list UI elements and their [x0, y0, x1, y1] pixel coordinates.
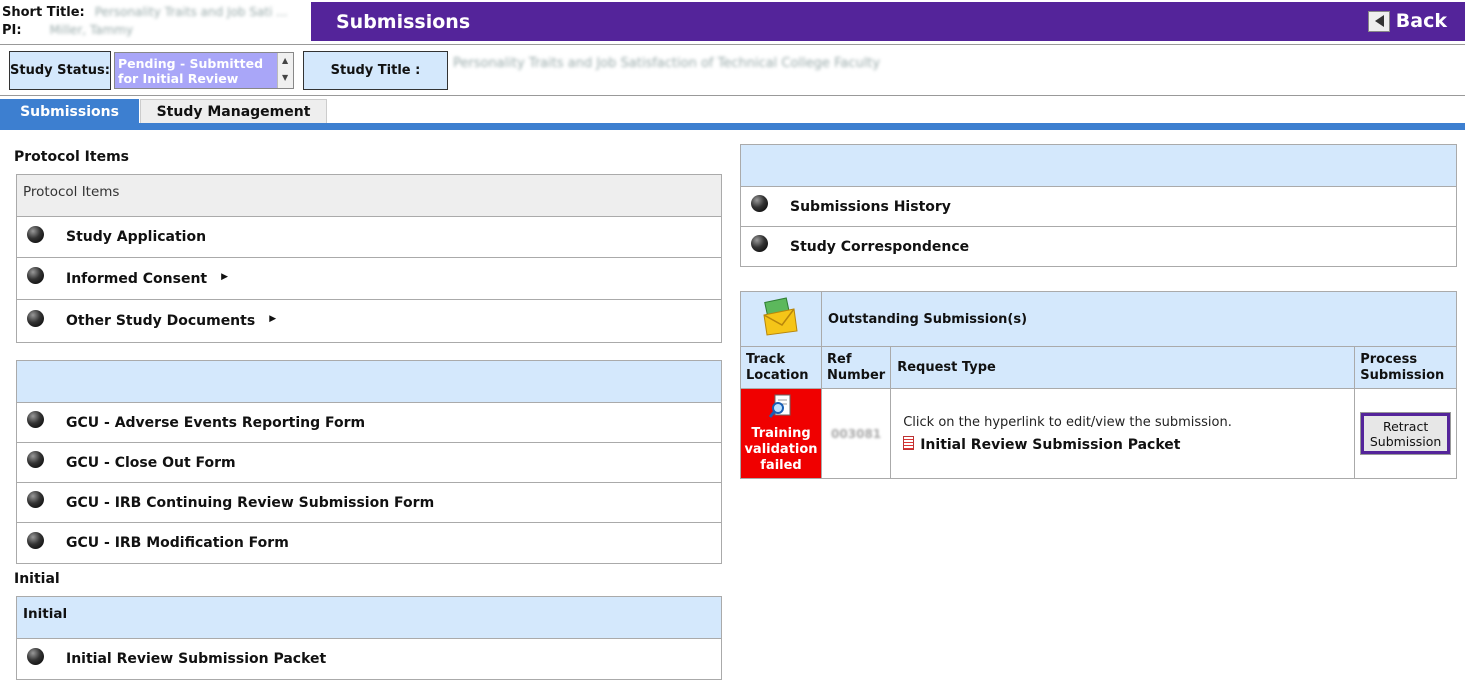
back-button[interactable]: Back: [1367, 10, 1447, 32]
expand-arrow-icon[interactable]: ▶: [269, 314, 276, 324]
protocol-items-panel: Protocol Items Study Application Informe…: [16, 174, 722, 343]
form-item-continuing-review[interactable]: GCU - IRB Continuing Review Submission F…: [17, 483, 721, 523]
tab-study-management[interactable]: Study Management: [140, 99, 327, 124]
outstanding-header-row: Track Location Ref Number Request Type P…: [740, 346, 1457, 389]
item-label: GCU - Close Out Form: [66, 454, 236, 471]
study-info: Short Title: Personality Traits and Job S…: [0, 0, 311, 41]
protocol-items-section-label: Protocol Items: [14, 149, 130, 165]
bullet-icon: [27, 225, 44, 243]
form-item-modification[interactable]: GCU - IRB Modification Form: [17, 523, 721, 563]
outstanding-title: Outstanding Submission(s): [821, 291, 1457, 347]
short-title-row: Short Title: Personality Traits and Job S…: [2, 4, 288, 21]
scroll-up-icon[interactable]: ▲: [282, 56, 288, 65]
initial-review-packet-link[interactable]: Initial Review Submission Packet: [920, 437, 1180, 453]
scroll-down-icon[interactable]: ▼: [282, 73, 288, 82]
study-status-row: Study Status: Pending - Submitted for In…: [0, 44, 1465, 96]
protocol-item-study-application[interactable]: Study Application: [17, 217, 721, 258]
bullet-icon: [27, 411, 44, 428]
pi-value: Miller, Tammy: [49, 23, 134, 37]
outstanding-submissions-table: Outstanding Submission(s) Track Location…: [740, 291, 1457, 479]
protocol-item-other-study-documents[interactable]: Other Study Documents ▶: [17, 300, 721, 342]
bullet-icon: [751, 235, 768, 252]
pi-row: PI: Miller, Tammy: [2, 22, 133, 39]
item-label: GCU - Adverse Events Reporting Form: [66, 414, 366, 431]
expand-arrow-icon[interactable]: ▶: [221, 272, 228, 282]
status-scrollbar[interactable]: ▲ ▼: [277, 53, 293, 88]
col-process-submission: Process Submission: [1354, 346, 1457, 389]
item-label: Other Study Documents: [66, 313, 256, 329]
forms-panel: GCU - Adverse Events Reporting Form GCU …: [16, 360, 722, 564]
study-correspondence-item[interactable]: Study Correspondence: [741, 227, 1456, 266]
history-panel: Submissions History Study Correspondence: [740, 144, 1457, 267]
study-status-select[interactable]: Pending - Submitted for Initial Review ▲…: [114, 52, 294, 89]
retract-submission-button[interactable]: Retract Submission: [1360, 412, 1452, 455]
item-label: Initial Review Submission Packet: [66, 651, 327, 667]
outstanding-title-row: Outstanding Submission(s): [740, 291, 1457, 347]
packet-link-row[interactable]: Initial Review Submission Packet: [903, 435, 1342, 453]
track-location-cell[interactable]: Training validation failed: [740, 388, 822, 479]
page-title: Submissions: [336, 11, 471, 33]
back-arrow-icon: [1367, 10, 1390, 32]
magnifier-doc-icon: [768, 393, 794, 424]
tab-bar: Submissions Study Management: [0, 99, 1465, 131]
document-icon: [903, 435, 915, 450]
bullet-icon: [27, 267, 44, 284]
protocol-items-header: Protocol Items: [17, 175, 721, 217]
item-label: GCU - IRB Modification Form: [66, 535, 289, 551]
page-header: Short Title: Personality Traits and Job S…: [0, 0, 1465, 41]
envelope-cell: [740, 291, 822, 347]
item-label: Submissions History: [790, 198, 951, 215]
study-title-value: Personality Traits and Job Satisfaction …: [453, 56, 881, 71]
initial-header: Initial: [17, 597, 721, 639]
item-label: Informed Consent: [66, 270, 208, 287]
track-status-text: Training validation failed: [744, 426, 818, 473]
form-item-close-out[interactable]: GCU - Close Out Form: [17, 443, 721, 483]
back-label: Back: [1395, 10, 1447, 32]
bullet-icon: [27, 647, 44, 665]
bullet-icon: [27, 491, 44, 508]
tab-submissions[interactable]: Submissions: [0, 99, 139, 124]
ref-number-value: 003081: [820, 388, 892, 479]
request-type-cell: Click on the hyperlink to edit/view the …: [890, 388, 1356, 479]
study-status-label: Study Status:: [9, 51, 111, 90]
envelope-icon: [761, 297, 801, 341]
process-submission-cell: Retract Submission: [1354, 388, 1457, 479]
short-title-value: Personality Traits and Job Sati ...: [94, 5, 288, 19]
short-title-label: Short Title:: [2, 5, 85, 20]
protocol-item-informed-consent[interactable]: Informed Consent ▶: [17, 258, 721, 300]
bullet-icon: [751, 195, 768, 212]
title-bar: Submissions Back: [311, 2, 1465, 41]
bullet-icon: [27, 309, 44, 327]
history-header: [741, 145, 1456, 187]
study-title-label: Study Title :: [303, 51, 448, 90]
submissions-history-item[interactable]: Submissions History: [741, 187, 1456, 227]
col-track-location: Track Location: [740, 346, 822, 389]
initial-panel: Initial Initial Review Submission Packet: [16, 596, 722, 680]
pi-label: PI:: [2, 23, 22, 38]
form-item-adverse-events[interactable]: GCU - Adverse Events Reporting Form: [17, 403, 721, 443]
bullet-icon: [27, 531, 44, 549]
tab-underline: [0, 123, 1465, 130]
col-request-type: Request Type: [890, 346, 1356, 389]
item-label: Study Correspondence: [790, 238, 970, 255]
bullet-icon: [27, 451, 44, 468]
item-label: GCU - IRB Continuing Review Submission F…: [66, 494, 435, 511]
submission-row: Training validation failed 003081 Click …: [740, 388, 1457, 479]
initial-section-label: Initial: [14, 571, 60, 587]
study-status-value: Pending - Submitted for Initial Review: [118, 56, 264, 86]
item-label: Study Application: [66, 229, 207, 245]
initial-item-review-packet[interactable]: Initial Review Submission Packet: [17, 639, 721, 679]
col-ref-number: Ref Number: [820, 346, 892, 389]
edit-hint-text: Click on the hyperlink to edit/view the …: [903, 414, 1232, 430]
forms-header: [17, 361, 721, 403]
